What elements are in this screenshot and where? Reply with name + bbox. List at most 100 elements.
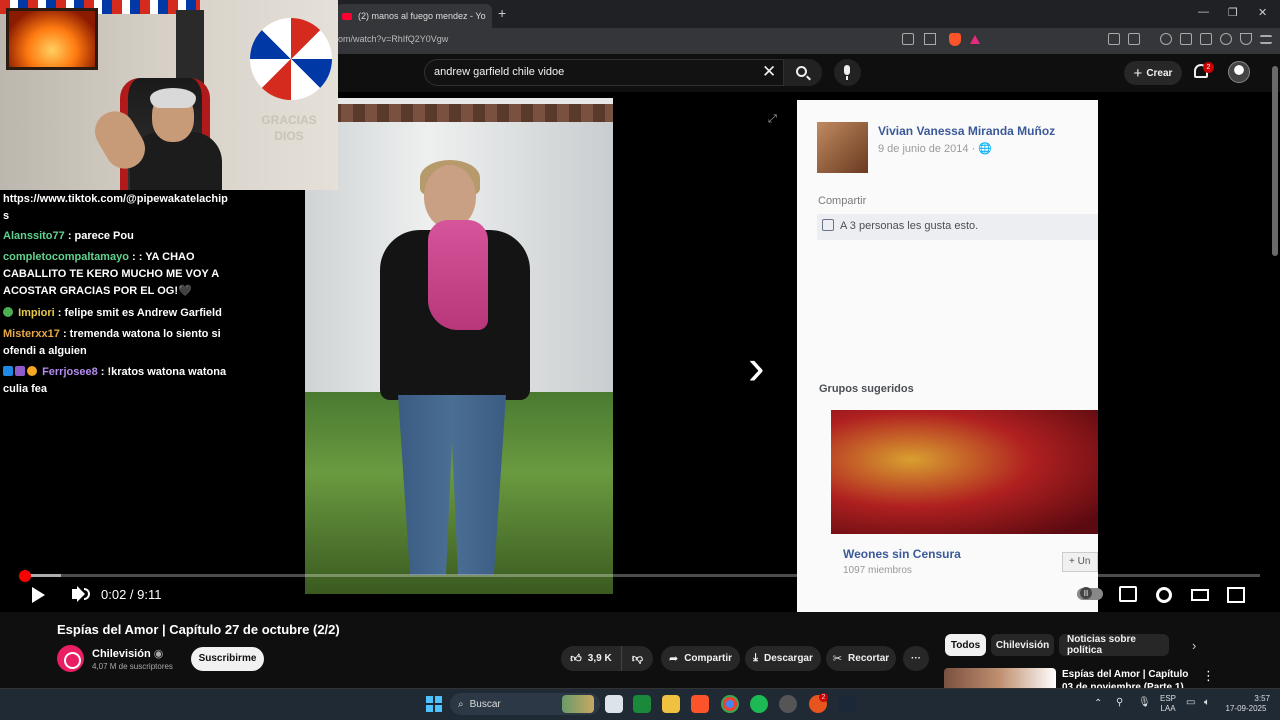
- tray-chevron-icon[interactable]: ⌃: [1094, 699, 1102, 709]
- settings-gear-icon[interactable]: [1156, 587, 1172, 603]
- theater-mode-icon[interactable]: [1191, 589, 1209, 601]
- brave-browser-icon[interactable]: [691, 695, 709, 713]
- close-window-button[interactable]: ✕: [1258, 6, 1267, 19]
- download-button[interactable]: ⤓ Descargar: [745, 646, 821, 671]
- expand-icon: ⤢: [768, 113, 777, 125]
- tray-display-icon[interactable]: ▭: [1186, 698, 1195, 708]
- account-avatar[interactable]: [1228, 61, 1250, 83]
- share-page-icon[interactable]: [924, 33, 936, 45]
- chip-noticias[interactable]: Noticias sobre política: [1059, 634, 1169, 656]
- windows-start-icon[interactable]: [426, 696, 442, 712]
- minimize-button[interactable]: —: [1198, 6, 1209, 18]
- chat-username[interactable]: Ferrjosee8: [42, 366, 98, 378]
- chevron-right-icon[interactable]: ›: [1192, 638, 1196, 653]
- new-tab-button[interactable]: +: [498, 5, 506, 21]
- steam-icon[interactable]: [838, 695, 856, 713]
- sidebar-icon[interactable]: [1180, 33, 1192, 45]
- subscribe-button[interactable]: Suscribirme: [191, 647, 264, 671]
- screenshot-icon[interactable]: [1128, 33, 1140, 45]
- task-view-icon[interactable]: [605, 695, 623, 713]
- play-icon[interactable]: [32, 587, 45, 603]
- tray-network-icon[interactable]: ⚲: [1116, 698, 1123, 708]
- clear-search-icon[interactable]: ✕: [762, 62, 776, 82]
- vpn-shield-icon[interactable]: [1240, 33, 1252, 45]
- brave-shields-icon[interactable]: [949, 33, 961, 46]
- like-button[interactable]: 👍︎ 3,9 K: [561, 646, 621, 671]
- chrome-icon[interactable]: [721, 695, 739, 713]
- media-icon[interactable]: [1160, 33, 1172, 45]
- brave-rewards-icon[interactable]: [970, 35, 980, 44]
- widgets-icon[interactable]: [562, 695, 594, 713]
- voice-search-icon[interactable]: [834, 59, 861, 86]
- leo-ai-icon[interactable]: [1220, 33, 1232, 45]
- keyboard-language[interactable]: ESP LAA: [1158, 694, 1178, 714]
- subtitles-icon[interactable]: [1119, 586, 1137, 602]
- video-title: Espías del Amor | Capítulo 27 de octubre…: [57, 622, 340, 637]
- more-actions-button[interactable]: ···: [903, 646, 929, 671]
- create-button[interactable]: + Crear: [1124, 61, 1182, 85]
- tab-title: (2) manos al fuego mendez - YouTube: [358, 11, 486, 21]
- menu-icon[interactable]: [1260, 35, 1272, 44]
- chat-text: : felipe smit es Andrew Garfield: [57, 307, 222, 319]
- share-button[interactable]: ➦ Compartir: [661, 646, 740, 671]
- browser-tab[interactable]: (2) manos al fuego mendez - YouTube: [336, 4, 492, 28]
- next-photo-arrow-icon: ›: [748, 339, 765, 395]
- tray-mic-icon[interactable]: 🎙︎: [1138, 698, 1151, 708]
- download-icon: ⤓: [753, 652, 758, 664]
- create-label: Crear: [1146, 67, 1173, 79]
- fb-share-label: Compartir: [818, 195, 867, 207]
- chat-username[interactable]: completocompaltamayo: [3, 251, 129, 263]
- volume-icon[interactable]: [72, 589, 78, 599]
- share-arrow-icon: ➦: [668, 653, 679, 665]
- chat-username[interactable]: Impiori: [18, 307, 55, 319]
- chat-message: Impiori : felipe smit es Andrew Garfield: [3, 305, 228, 322]
- progress-bar[interactable]: [20, 574, 1260, 577]
- maximize-button[interactable]: ❐: [1228, 6, 1238, 19]
- share-label: Compartir: [684, 653, 732, 664]
- phone-link-icon[interactable]: [633, 695, 651, 713]
- more-label: ···: [911, 653, 921, 664]
- fullscreen-icon[interactable]: [1227, 587, 1245, 603]
- github-icon[interactable]: [779, 695, 797, 713]
- spotify-icon[interactable]: [750, 695, 768, 713]
- verified-icon: ◉: [153, 648, 164, 660]
- thumbs-up-icon: [822, 219, 834, 231]
- file-explorer-icon[interactable]: [662, 695, 680, 713]
- channel-name[interactable]: Chilevisión ◉: [92, 647, 163, 660]
- chat-message: Misterxx17 : tremenda watona lo siento s…: [3, 326, 228, 360]
- chat-badge-icon: [3, 307, 13, 317]
- taskbar-clock[interactable]: 3:57 17-09-2025: [1222, 694, 1270, 714]
- cast-icon[interactable]: [902, 33, 914, 45]
- taskbar-search-label: Buscar: [469, 698, 501, 710]
- channel-name-text: Chilevisión: [92, 648, 151, 660]
- chip-todos[interactable]: Todos: [945, 634, 986, 656]
- chat-username[interactable]: Alanssito77: [3, 230, 65, 242]
- chat-message: https://www.tiktok.com/@pipewakatelachip…: [3, 191, 228, 225]
- url-field[interactable]: om/watch?v=RhIfQ2Y0Vgw: [338, 34, 448, 44]
- extensions-icon[interactable]: [1108, 33, 1120, 45]
- download-label: Descargar: [763, 653, 813, 664]
- tray-volume-icon[interactable]: 🔈︎: [1204, 698, 1210, 708]
- streamer-cap: [150, 88, 196, 108]
- recommended-title[interactable]: Espías del Amor | Capítulo 03 de noviemb…: [1062, 668, 1192, 688]
- chat-username[interactable]: Misterxx17: [3, 328, 60, 340]
- page-scrollbar[interactable]: [1272, 66, 1278, 256]
- recommended-more-icon[interactable]: ⋮: [1202, 668, 1215, 684]
- clock-date: 17-09-2025: [1225, 704, 1267, 713]
- chat-message: Alanssito77 : parece Pou: [3, 228, 228, 245]
- subscriber-count: 4,07 M de suscriptores: [92, 662, 173, 671]
- chip-chilevision[interactable]: Chilevisión: [991, 634, 1054, 656]
- chat-text: https://www.tiktok.com/@pipewakatelachip…: [3, 193, 228, 222]
- fb-suggested-groups-heading: Grupos sugeridos: [819, 383, 914, 395]
- search-input[interactable]: andrew garfield chile vidoe: [434, 66, 564, 78]
- wallet-icon[interactable]: [1200, 33, 1212, 45]
- webcam-overlay: GRACIAS DIOS: [0, 0, 338, 190]
- autoplay-toggle[interactable]: [1077, 587, 1103, 600]
- clip-button[interactable]: ✂ Recortar: [826, 646, 896, 671]
- dislike-button[interactable]: 👎︎: [621, 646, 653, 671]
- scrubber-handle[interactable]: [18, 570, 31, 582]
- fb-group-image: [831, 410, 1098, 534]
- channel-avatar[interactable]: [57, 645, 84, 672]
- chat-badge-icon: [15, 366, 25, 376]
- recommended-thumbnail[interactable]: [944, 668, 1056, 688]
